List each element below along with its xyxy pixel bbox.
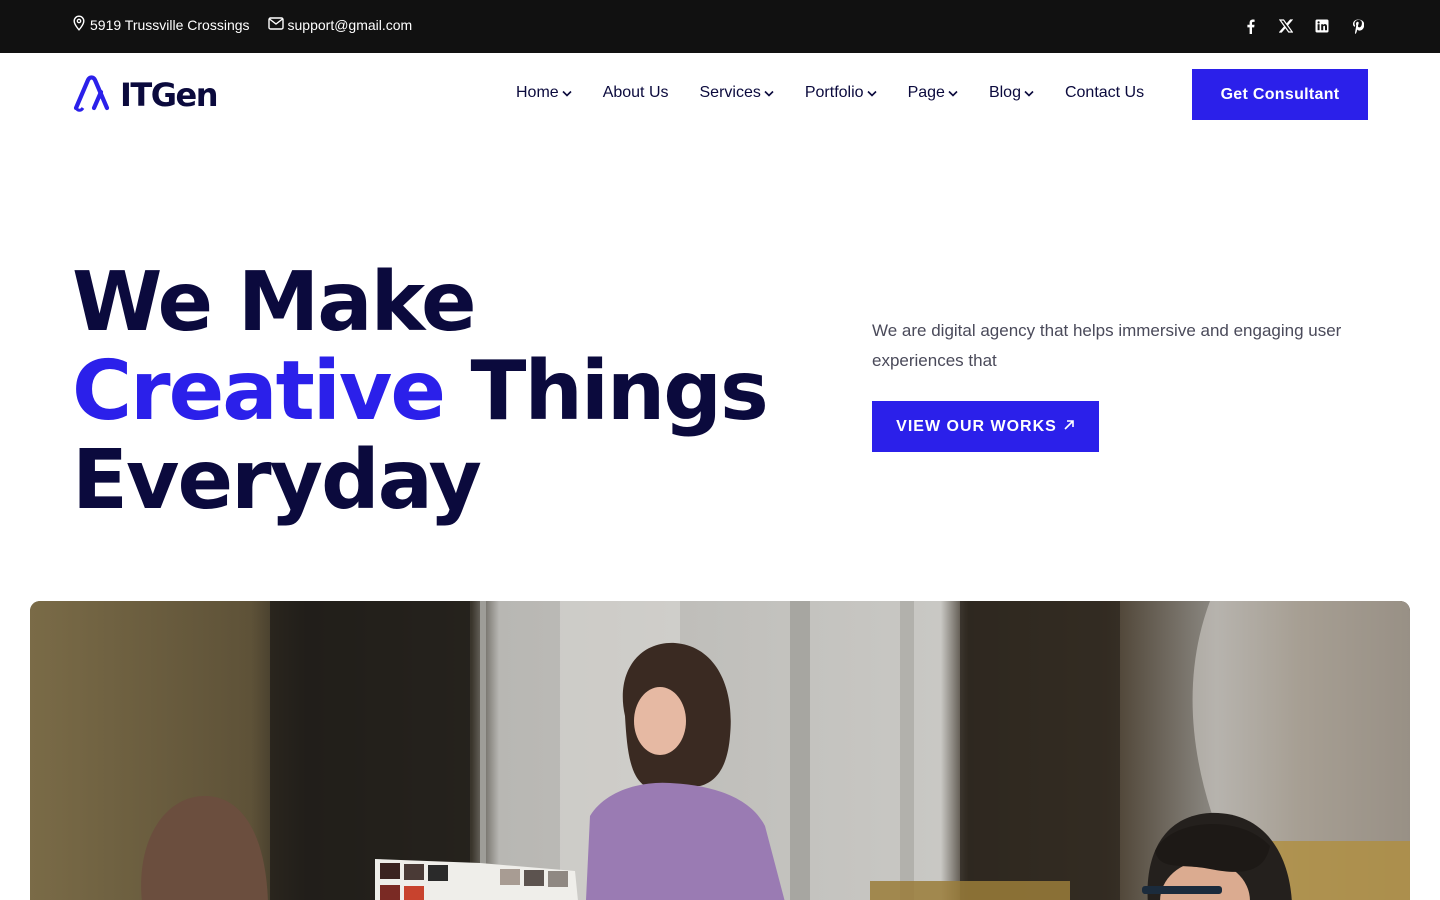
hero-title-line-2: Creative Things bbox=[72, 347, 832, 436]
nav-item-home[interactable]: Home bbox=[516, 84, 572, 102]
hero-title-line-2-rest: Things bbox=[470, 344, 769, 439]
address-text: 5919 Trussville Crossings bbox=[90, 16, 250, 33]
email-text[interactable]: support@gmail.com bbox=[288, 17, 413, 33]
contact-info: 5919 Trussville Crossings support@gmail.… bbox=[72, 15, 430, 34]
nav-label: Home bbox=[516, 84, 559, 101]
chevron-down-icon bbox=[1024, 84, 1034, 102]
chevron-down-icon bbox=[866, 84, 877, 102]
chevron-down-icon bbox=[948, 84, 958, 102]
chevron-down-icon bbox=[562, 84, 572, 102]
get-consultant-button[interactable]: Get Consultant bbox=[1192, 69, 1368, 120]
hero-title-line-3: Everyday bbox=[72, 433, 482, 528]
arrow-up-right-icon bbox=[1057, 418, 1075, 436]
nav-item-page[interactable]: Page bbox=[908, 84, 958, 102]
view-our-works-label: VIEW OUR WORKS bbox=[896, 417, 1057, 435]
hero-title-line-1: We Make bbox=[72, 255, 477, 350]
team-meeting-photo bbox=[30, 601, 1410, 900]
x-twitter-icon[interactable] bbox=[1276, 16, 1296, 36]
hero-description: We are digital agency that helps immersi… bbox=[872, 321, 1342, 370]
nav-label: Contact Us bbox=[1064, 84, 1145, 101]
main-nav: Home About Us Services Portfolio Page Bl… bbox=[516, 84, 1175, 102]
nav-label: Blog bbox=[988, 84, 1021, 101]
logo-text: ITGen bbox=[120, 76, 218, 114]
facebook-icon[interactable] bbox=[1240, 16, 1260, 36]
top-bar: 5919 Trussville Crossings support@gmail.… bbox=[0, 0, 1440, 53]
nav-item-portfolio[interactable]: Portfolio bbox=[805, 84, 877, 102]
address-item: 5919 Trussville Crossings bbox=[72, 15, 250, 34]
nav-label: Services bbox=[699, 84, 761, 101]
pinterest-icon[interactable] bbox=[1348, 16, 1368, 36]
logo-mark-icon bbox=[72, 74, 118, 117]
location-pin-icon bbox=[72, 15, 90, 34]
nav-item-blog[interactable]: Blog bbox=[989, 84, 1034, 102]
nav-item-services[interactable]: Services bbox=[700, 84, 774, 102]
hero-title-accent: Creative bbox=[72, 344, 446, 439]
site-logo[interactable]: ITGen bbox=[72, 74, 218, 117]
hero-title: We Make Creative Things Everyday bbox=[72, 258, 832, 525]
main-header: ITGen Home About Us Services Portfolio P… bbox=[0, 53, 1440, 137]
nav-item-contact-us[interactable]: Contact Us bbox=[1065, 84, 1144, 102]
envelope-icon bbox=[267, 16, 288, 33]
nav-item-about-us[interactable]: About Us bbox=[603, 84, 669, 102]
chevron-down-icon bbox=[764, 84, 774, 102]
linkedin-icon[interactable] bbox=[1312, 16, 1332, 36]
nav-label: Portfolio bbox=[804, 84, 864, 101]
email-item[interactable]: support@gmail.com bbox=[267, 16, 413, 33]
social-links bbox=[1224, 16, 1368, 36]
nav-label: About Us bbox=[602, 84, 669, 101]
nav-label: Page bbox=[907, 84, 945, 101]
view-our-works-button[interactable]: VIEW OUR WORKS bbox=[872, 401, 1099, 452]
